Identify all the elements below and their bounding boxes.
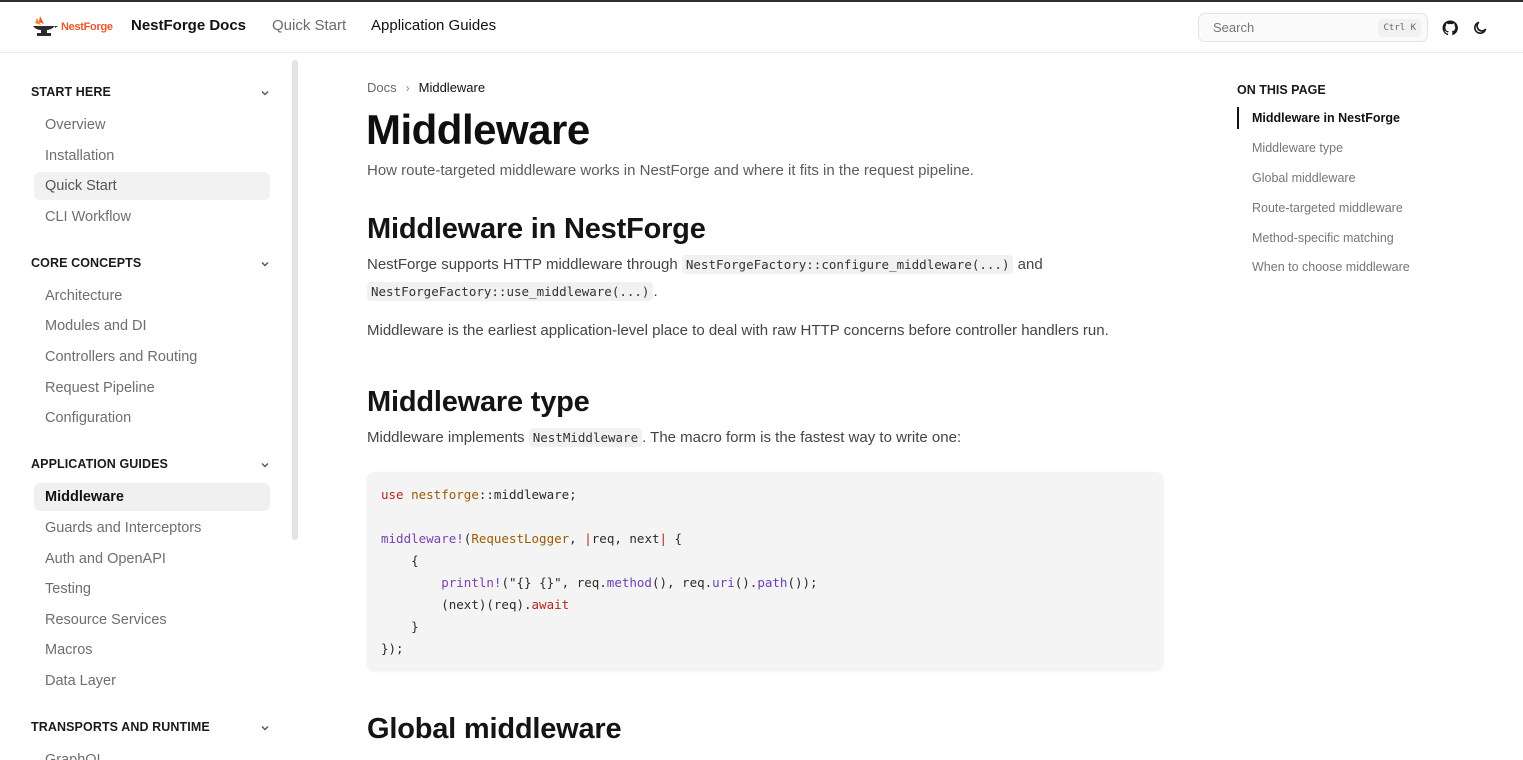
search-box[interactable]: Search Ctrl K	[1198, 13, 1428, 42]
code-token: await	[531, 597, 570, 612]
breadcrumb-docs[interactable]: Docs	[367, 80, 397, 95]
sidebar-item-modules-di[interactable]: Modules and DI	[34, 312, 270, 340]
sidebar-section-title: CORE CONCEPTS	[31, 256, 142, 270]
toc-item-method-specific[interactable]: Method-specific matching	[1252, 231, 1394, 245]
code-content: use nestforge::middleware; middleware!(R…	[381, 484, 1149, 660]
paragraph-implements: Middleware implements NestMiddleware. Th…	[367, 424, 961, 451]
chevron-down-icon	[259, 258, 271, 270]
sidebar-item-resource-services[interactable]: Resource Services	[34, 606, 270, 634]
sidebar-item-architecture[interactable]: Architecture	[34, 282, 270, 310]
sidebar-section-start-here[interactable]: START HERE	[31, 85, 271, 105]
chevron-down-icon	[259, 722, 271, 734]
paragraph-earliest: Middleware is the earliest application-l…	[367, 322, 1109, 339]
toc-item-route-targeted[interactable]: Route-targeted middleware	[1252, 201, 1403, 215]
toc-item-middleware-type[interactable]: Middleware type	[1252, 141, 1343, 155]
sidebar-section-title: APPLICATION GUIDES	[31, 457, 168, 471]
toc-item-when-to-choose[interactable]: When to choose middleware	[1252, 260, 1410, 274]
code-token: |	[659, 531, 668, 546]
moon-icon[interactable]	[1472, 20, 1488, 36]
sidebar-item-configuration[interactable]: Configuration	[34, 404, 270, 432]
sidebar-section-application-guides[interactable]: APPLICATION GUIDES	[31, 457, 271, 477]
sidebar-item-auth-openapi[interactable]: Auth and OpenAPI	[34, 545, 270, 573]
toc-active-indicator	[1237, 107, 1239, 129]
text: Middleware implements	[367, 429, 529, 446]
sidebar-item-quick-start[interactable]: Quick Start	[34, 172, 270, 200]
sidebar-item-guards-interceptors[interactable]: Guards and Interceptors	[34, 514, 270, 542]
code-token: ::middleware;	[478, 487, 577, 502]
sidebar-item-controllers-routing[interactable]: Controllers and Routing	[34, 343, 270, 371]
text: .	[653, 283, 658, 300]
anvil-logo-icon	[31, 14, 59, 40]
toc-item-middleware-in-nestforge[interactable]: Middleware in NestForge	[1252, 111, 1400, 125]
sidebar-item-data-layer[interactable]: Data Layer	[34, 667, 270, 695]
toc-item-global-middleware[interactable]: Global middleware	[1252, 171, 1356, 185]
nav-quick-start[interactable]: Quick Start	[272, 17, 346, 34]
sidebar-item-installation[interactable]: Installation	[34, 142, 270, 170]
inline-code: NestMiddleware	[528, 428, 643, 447]
text: NestForge supports HTTP middleware throu…	[367, 256, 682, 273]
chevron-down-icon	[259, 87, 271, 99]
breadcrumb-current: Middleware	[418, 80, 486, 95]
sidebar-section-transports-runtime[interactable]: TRANSPORTS AND RUNTIME	[31, 720, 271, 740]
code-token: middleware!	[381, 531, 464, 546]
logo-text: NestForge	[61, 21, 113, 33]
sidebar-item-graphql[interactable]: GraphQL	[34, 746, 270, 760]
sidebar-item-overview[interactable]: Overview	[34, 111, 270, 139]
page-lead: How route-targeted middleware works in N…	[367, 162, 974, 179]
code-token: RequestLogger	[471, 531, 570, 546]
code-token: ,	[569, 531, 585, 546]
sidebar: START HERE Overview Installation Quick S…	[0, 53, 290, 760]
code-token: {	[667, 531, 683, 546]
chevron-down-icon	[259, 459, 271, 471]
sidebar-item-request-pipeline[interactable]: Request Pipeline	[34, 374, 270, 402]
logo[interactable]: NestForge	[31, 12, 115, 42]
github-icon[interactable]	[1442, 20, 1458, 36]
breadcrumb: Docs › Middleware	[367, 80, 485, 95]
code-token: |	[584, 531, 592, 546]
heading-middleware-type: Middleware type	[367, 386, 590, 418]
sidebar-section-title: START HERE	[31, 85, 111, 99]
code-token: (next)(req).	[441, 597, 532, 612]
text: . The macro form is the fastest way to w…	[642, 429, 962, 446]
sidebar-section-title: TRANSPORTS AND RUNTIME	[31, 720, 210, 734]
code-token: (), req.	[651, 575, 713, 590]
site-title[interactable]: NestForge Docs	[131, 17, 246, 34]
sidebar-item-middleware[interactable]: Middleware	[34, 483, 270, 511]
text: and	[1013, 256, 1043, 273]
toc-title: ON THIS PAGE	[1237, 83, 1326, 97]
sidebar-section-core-concepts[interactable]: CORE CONCEPTS	[31, 256, 271, 276]
code-token: ().	[734, 575, 758, 590]
chevron-right-icon: ›	[405, 80, 410, 95]
code-token: use	[381, 487, 404, 502]
code-token: ());	[787, 575, 818, 590]
code-token: }	[381, 619, 419, 634]
code-token: ("{} {}", req.	[501, 575, 607, 590]
top-header: NestForge NestForge Docs Quick Start App…	[0, 2, 1523, 53]
heading-global-middleware: Global middleware	[367, 713, 622, 745]
inline-code: NestForgeFactory::configure_middleware(.…	[681, 255, 1014, 274]
sidebar-scrollbar[interactable]	[292, 60, 298, 540]
sidebar-item-macros[interactable]: Macros	[34, 636, 270, 664]
code-token: req, next	[591, 531, 660, 546]
code-token: method	[606, 575, 652, 590]
nav-application-guides[interactable]: Application Guides	[371, 17, 496, 34]
code-token: nestforge	[411, 487, 479, 502]
code-token: {	[381, 553, 419, 568]
page-title: Middleware	[366, 106, 590, 153]
code-token: uri	[712, 575, 735, 590]
sidebar-item-testing[interactable]: Testing	[34, 575, 270, 603]
inline-code: NestForgeFactory::use_middleware(...)	[367, 282, 654, 301]
code-block[interactable]: use nestforge::middleware; middleware!(R…	[367, 472, 1163, 670]
search-shortcut: Ctrl K	[1378, 19, 1421, 37]
paragraph-support: NestForge supports HTTP middleware throu…	[367, 251, 1087, 305]
heading-middleware-in-nestforge: Middleware in NestForge	[367, 213, 706, 245]
code-token: println!	[441, 575, 502, 590]
search-placeholder: Search	[1213, 20, 1255, 35]
sidebar-item-cli-workflow[interactable]: CLI Workflow	[34, 203, 270, 231]
code-token: path	[757, 575, 788, 590]
code-token: });	[381, 641, 404, 656]
